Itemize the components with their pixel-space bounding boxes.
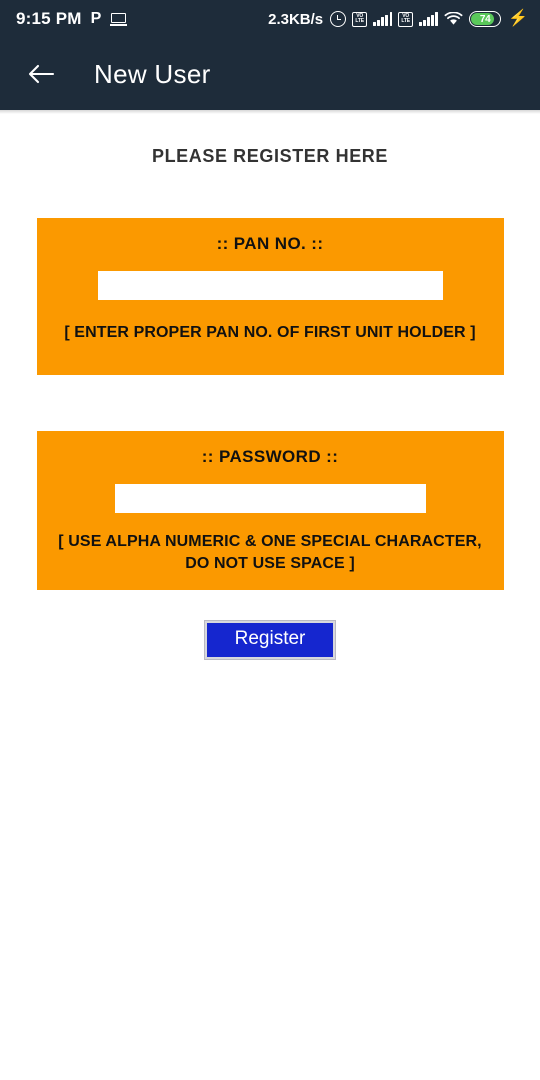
volte-icon-sim2: VO LTE (398, 11, 414, 27)
password-panel: :: PASSWORD :: [ USE ALPHA NUMERIC & ONE… (36, 431, 504, 590)
laptop-icon (110, 12, 128, 26)
charging-bolt-icon: ⚡ (508, 10, 528, 27)
wifi-icon (444, 11, 463, 26)
page-title: New User (94, 58, 211, 89)
status-clock: 9:15 PM (16, 9, 82, 28)
signal-bars-icon-sim1 (373, 12, 393, 26)
status-bar-left: 9:15 PM P (16, 9, 128, 29)
register-heading: PLEASE REGISTER HERE (151, 146, 389, 166)
volte-icon-sim1-bottom: LTE (355, 18, 364, 24)
register-button-row: Register (0, 620, 540, 660)
status-bar: 9:15 PM P 2.3KB/s VO LTE VO LTE 74 ⚡ (0, 0, 540, 38)
battery-level-label: 74 (479, 13, 491, 25)
password-hint-line2: DO NOT USE SPACE ] (185, 554, 355, 572)
status-bar-right: 2.3KB/s VO LTE VO LTE 74 ⚡ (268, 11, 528, 28)
network-speed-label: 2.3KB/s (268, 10, 324, 28)
paytm-icon: P (90, 10, 102, 27)
back-arrow-icon (28, 64, 55, 84)
signal-bars-icon-sim2 (419, 12, 439, 26)
volte-icon-sim2-bottom: LTE (401, 18, 410, 24)
volte-icon-sim1: VO LTE (352, 11, 368, 27)
register-button[interactable]: Register (203, 620, 337, 660)
app-bar: New User (0, 38, 540, 110)
password-hint-line1: [ USE ALPHA NUMERIC & ONE SPECIAL CHARAC… (58, 533, 482, 550)
main-content: PLEASE REGISTER HERE :: PAN NO. :: [ ENT… (0, 114, 540, 660)
pan-label: :: PAN NO. :: (216, 234, 324, 253)
app-root: 9:15 PM P 2.3KB/s VO LTE VO LTE 74 ⚡ New… (0, 0, 540, 1080)
password-input[interactable] (114, 484, 426, 513)
alarm-icon (330, 11, 347, 27)
password-hint: [ USE ALPHA NUMERIC & ONE SPECIAL CHARAC… (49, 531, 492, 574)
battery-icon: 74 (469, 11, 502, 27)
pan-panel: :: PAN NO. :: [ ENTER PROPER PAN NO. OF … (36, 218, 504, 375)
pan-hint: [ ENTER PROPER PAN NO. OF FIRST UNIT HOL… (64, 324, 476, 341)
back-button[interactable] (24, 57, 58, 91)
pan-input[interactable] (97, 271, 443, 300)
password-label: :: PASSWORD :: (201, 447, 339, 466)
